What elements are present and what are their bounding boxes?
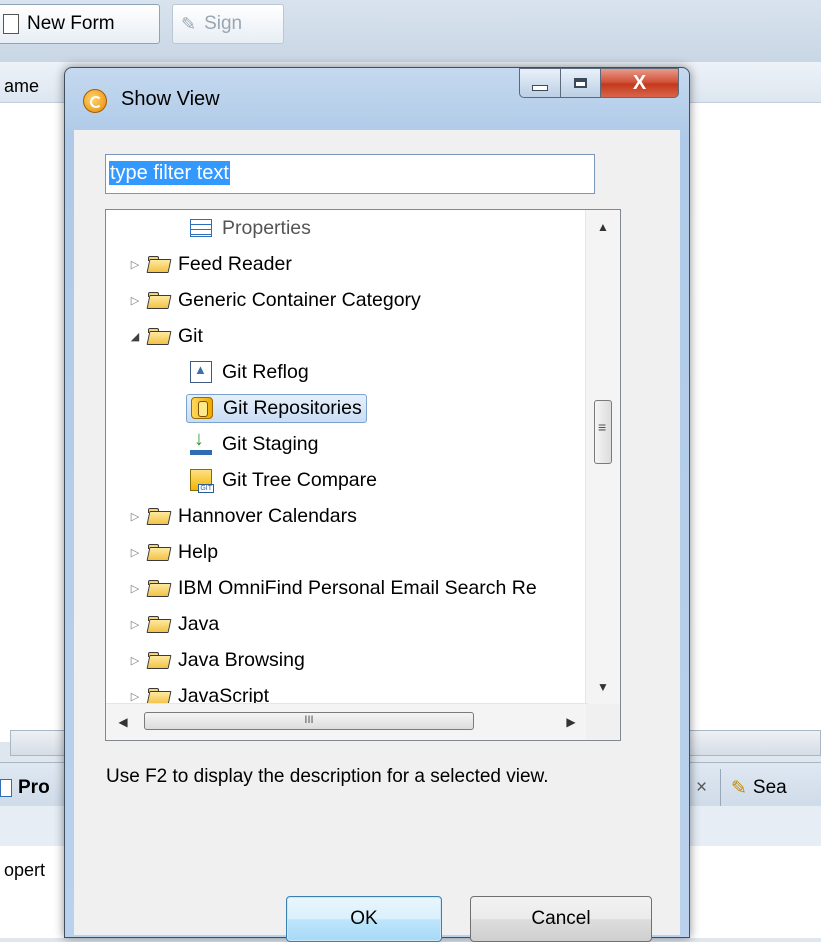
pen-icon: ✎ — [181, 13, 197, 34]
folder-icon — [148, 580, 170, 596]
tree-item-feed-reader[interactable]: ▷ Feed Reader — [128, 246, 292, 282]
tree-item-label: Properties — [222, 216, 311, 239]
tree-item-label: Hannover Calendars — [178, 504, 357, 527]
tree-item-git-reflog[interactable]: Git Reflog — [190, 354, 309, 390]
properties-tab[interactable]: Pro — [0, 769, 50, 807]
form-icon — [3, 14, 19, 34]
filter-input[interactable]: type filter text — [105, 154, 595, 194]
filter-input-text: type filter text — [109, 161, 230, 185]
scroll-up-arrow-icon[interactable]: ▲ — [586, 210, 620, 244]
tree-item-label: Git Staging — [222, 432, 319, 455]
ok-button[interactable]: OK — [286, 896, 442, 942]
tree-item-label: Git Reflog — [222, 360, 309, 383]
tree-item-label: Generic Container Category — [178, 288, 421, 311]
dialog-titlebar[interactable]: Show View X — [65, 68, 689, 130]
expand-arrow-icon[interactable]: ▷ — [128, 258, 142, 271]
background-toolbar: New Form ✎ Sign — [0, 0, 821, 62]
folder-icon — [148, 508, 170, 524]
expand-arrow-icon[interactable]: ▷ — [128, 618, 142, 631]
vertical-scroll-thumb[interactable] — [594, 400, 612, 464]
tree-item-label: IBM OmniFind Personal Email Search Re — [178, 576, 537, 599]
tree-item-java-browsing[interactable]: ▷ Java Browsing — [128, 642, 305, 678]
tree-item-java[interactable]: ▷ Java — [128, 606, 219, 642]
tree-item-properties[interactable]: Properties — [190, 210, 311, 246]
horizontal-scroll-thumb[interactable]: III — [144, 712, 474, 730]
dialog-client-area: type filter text Properties ▷ Feed Reade… — [74, 130, 680, 942]
properties-tab-icon — [0, 779, 12, 797]
folder-icon — [148, 256, 170, 272]
new-form-label: New Form — [27, 13, 115, 34]
selection-highlight: Git Repositories — [186, 393, 367, 423]
caption-buttons: X — [519, 68, 679, 100]
folder-icon — [148, 616, 170, 632]
description-hint: Use F2 to display the description for a … — [106, 766, 549, 787]
expand-arrow-icon[interactable]: ▷ — [128, 582, 142, 595]
close-button[interactable]: X — [601, 68, 679, 98]
close-icon: X — [632, 71, 647, 94]
maximize-icon — [574, 78, 587, 88]
collapse-arrow-icon[interactable]: ◢ — [128, 330, 142, 343]
cancel-button[interactable]: Cancel — [470, 896, 652, 942]
tree-item-git[interactable]: ◢ Git — [128, 318, 203, 354]
tree-item-label: Feed Reader — [178, 252, 292, 275]
git-reflog-icon — [190, 361, 212, 383]
properties-view-icon — [190, 219, 212, 237]
expand-arrow-icon[interactable]: ▷ — [128, 546, 142, 559]
tree-vertical-scrollbar[interactable]: ▲ ▼ — [585, 210, 620, 704]
tree-item-generic-container-category[interactable]: ▷ Generic Container Category — [128, 282, 421, 318]
dialog-title: Show View — [121, 88, 220, 110]
close-icon[interactable]: × — [696, 777, 707, 799]
new-form-button[interactable]: New Form — [0, 4, 160, 44]
scroll-down-arrow-icon[interactable]: ▼ — [586, 670, 620, 704]
folder-icon — [148, 688, 170, 704]
tree-item-label: Java — [178, 612, 220, 635]
background-properties-text: opert — [4, 860, 46, 880]
show-view-dialog: Show View X type filter text Properties — [64, 67, 690, 942]
tree-item-git-tree-compare[interactable]: Git Tree Compare — [190, 462, 377, 498]
sign-button[interactable]: ✎ Sign — [172, 4, 284, 44]
git-staging-icon — [190, 428, 212, 455]
folder-icon — [148, 292, 170, 308]
git-repositories-icon — [191, 397, 213, 419]
scroll-right-arrow-icon[interactable]: ▶ — [554, 704, 588, 740]
tree-horizontal-scrollbar[interactable]: ◀ III ▶ — [106, 703, 588, 740]
tree-item-label: Help — [178, 540, 219, 563]
tree-item-label: Git — [178, 324, 203, 347]
tree-item-help[interactable]: ▷ Help — [128, 534, 218, 570]
search-tab[interactable]: ✎ Sea — [720, 769, 787, 807]
folder-icon — [148, 328, 170, 344]
tree-item-hannover-calendars[interactable]: ▷ Hannover Calendars — [128, 498, 357, 534]
expand-arrow-icon[interactable]: ▷ — [128, 654, 142, 667]
maximize-button[interactable] — [561, 68, 601, 98]
tree-item-ibm-omnifind[interactable]: ▷ IBM OmniFind Personal Email Search Re — [128, 570, 537, 606]
minimize-button[interactable] — [519, 68, 561, 98]
search-tab-label: Sea — [752, 777, 787, 798]
background-column-header: ame — [4, 76, 40, 96]
properties-tab-label: Pro — [18, 777, 50, 798]
tab-close-button[interactable]: × — [696, 769, 707, 807]
scrollbar-corner — [586, 704, 620, 740]
folder-icon — [148, 544, 170, 560]
expand-arrow-icon[interactable]: ▷ — [128, 690, 142, 703]
view-tree[interactable]: Properties ▷ Feed Reader ▷ Generic Conta… — [105, 209, 621, 741]
tree-item-label: Git Tree Compare — [222, 468, 377, 491]
expand-arrow-icon[interactable]: ▷ — [128, 294, 142, 307]
tree-item-git-repositories[interactable]: Git Repositories — [186, 390, 367, 426]
expand-arrow-icon[interactable]: ▷ — [128, 510, 142, 523]
git-tree-compare-icon — [190, 469, 215, 493]
tree-item-git-staging[interactable]: Git Staging — [190, 426, 318, 462]
scroll-left-arrow-icon[interactable]: ◀ — [106, 704, 140, 740]
search-tab-icon: ✎ — [731, 777, 747, 799]
tree-item-label: Java Browsing — [178, 648, 305, 671]
eclipse-view-icon — [83, 89, 107, 113]
sign-label: Sign — [204, 13, 243, 34]
minimize-icon — [532, 85, 548, 91]
tree-item-label: Git Repositories — [223, 396, 362, 419]
folder-icon — [148, 652, 170, 668]
